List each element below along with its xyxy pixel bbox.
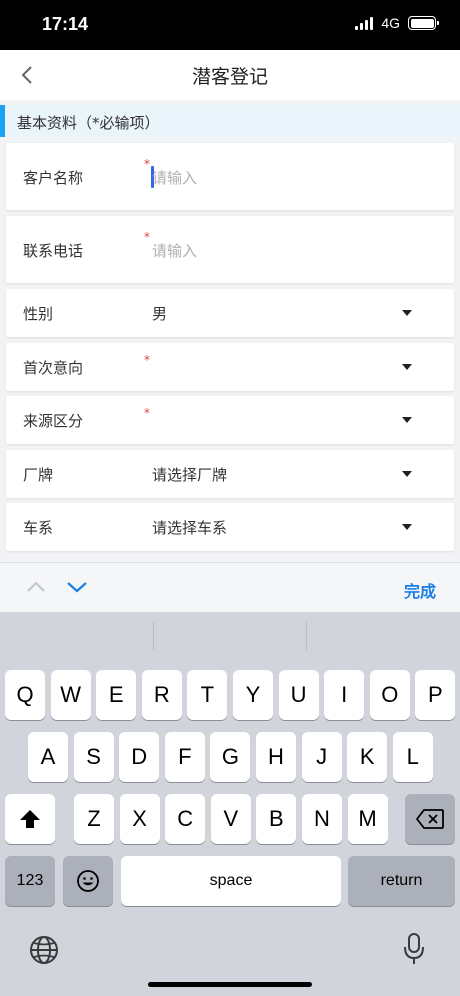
keyboard: Q W E R T Y U I O P A S D F G H J K L Z X C V B N M 123 space return [0,612,460,996]
dropdown-caret-icon[interactable] [402,471,412,477]
delete-key[interactable] [405,794,455,844]
key-u[interactable]: U [278,670,319,720]
field-label: 首次意向 [23,359,84,377]
signal-icon [355,16,374,30]
next-field-chevron-down-icon[interactable] [66,581,88,593]
field-label: 厂牌 [23,466,54,484]
key-x[interactable]: X [119,794,160,844]
battery-icon [408,16,439,30]
emoji-key[interactable] [63,856,113,906]
key-b[interactable]: B [256,794,297,844]
emoji-icon [77,870,99,892]
nav-bar: 潜客登记 [0,50,460,100]
key-g[interactable]: G [210,732,251,782]
key-t[interactable]: T [187,670,228,720]
section-header: 基本资料（*必输项） [0,105,460,137]
field-label: 客户名称 [23,168,84,187]
key-d[interactable]: D [119,732,160,782]
previous-field-chevron-up-icon[interactable] [26,581,46,593]
globe-icon[interactable] [28,934,60,966]
network-type: 4G [381,15,400,31]
field-label: 来源区分 [23,412,84,430]
shift-arrow-icon [20,810,40,828]
dropdown-caret-icon[interactable] [402,524,412,530]
key-r[interactable]: R [141,670,182,720]
suggestion-divider [153,622,154,650]
key-e[interactable]: E [96,670,137,720]
form-row[interactable]: 客户名称 * 请输入 [6,143,454,210]
done-button[interactable]: 完成 [404,578,436,602]
field-label: 联系电话 [23,241,84,260]
key-a[interactable]: A [28,732,68,782]
section-title: 基本资料（*必输项） [17,114,160,132]
form-row[interactable]: 联系电话 * 请输入 [6,216,454,283]
key-w[interactable]: W [50,670,91,720]
status-indicators: 4G [355,15,439,31]
form-row[interactable]: 性别 男 [6,289,454,337]
page-title: 潜客登记 [191,66,268,88]
key-c[interactable]: C [165,794,206,844]
field-label: 性别 [23,305,54,323]
key-h[interactable]: H [256,732,296,782]
key-f[interactable]: F [164,732,205,782]
form-row[interactable]: 首次意向 * [6,343,454,391]
select-value[interactable]: 男 [152,303,167,324]
keyboard-toolbar: 完成 [0,562,460,612]
key-o[interactable]: O [369,670,410,720]
form-row[interactable]: 车系 请选择车系 [6,503,454,551]
required-star: * [144,406,150,420]
required-star: * [144,229,150,244]
key-l[interactable]: L [392,732,433,782]
required-star: * [144,156,150,171]
select-value[interactable]: 请选择厂牌 [152,464,227,485]
form-row[interactable]: 来源区分 * [6,396,454,444]
section-accent-bar [0,105,5,137]
numbers-key[interactable]: 123 [5,856,55,906]
return-key[interactable]: return [348,856,455,906]
dropdown-caret-icon[interactable] [402,310,412,316]
dropdown-caret-icon[interactable] [402,417,412,423]
shift-key[interactable] [5,794,55,844]
backspace-icon [416,809,444,829]
suggestion-bar [0,612,460,662]
key-q[interactable]: Q [5,670,45,720]
dropdown-caret-icon[interactable] [402,364,412,370]
key-z[interactable]: Z [74,794,114,844]
form-row[interactable]: 厂牌 请选择厂牌 [6,450,454,498]
key-j[interactable]: J [301,732,342,782]
status-time: 17:14 [42,14,89,34]
key-k[interactable]: K [347,732,388,782]
key-n[interactable]: N [302,794,342,844]
required-star: * [144,353,150,367]
key-s[interactable]: S [73,732,114,782]
status-bar: 17:14 4G [0,0,460,50]
suggestion-divider [306,622,307,650]
field-label: 车系 [23,519,54,537]
home-indicator [148,982,312,987]
select-value[interactable]: 请选择车系 [152,517,227,538]
key-p[interactable]: P [415,670,456,720]
microphone-icon[interactable] [402,932,426,966]
text-input[interactable]: 请输入 [152,240,197,261]
text-input[interactable]: 请输入 [152,167,197,188]
key-v[interactable]: V [210,794,251,844]
space-key[interactable]: space [121,856,341,906]
key-m[interactable]: M [347,794,388,844]
key-i[interactable]: I [324,670,365,720]
key-y[interactable]: Y [233,670,273,720]
